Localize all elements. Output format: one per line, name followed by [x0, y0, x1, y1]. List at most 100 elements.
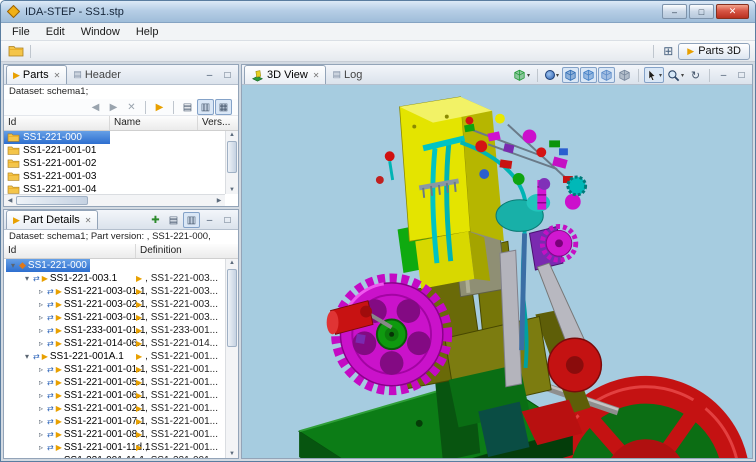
tab-log[interactable]: ▤ Log	[326, 65, 368, 84]
tree-filter-icon[interactable]: ▥	[183, 212, 200, 228]
vertical-scrollbar[interactable]: ▲ ▼	[225, 131, 238, 194]
horizontal-scrollbar-thumb[interactable]	[16, 196, 88, 205]
minimize-button[interactable]: –	[662, 4, 687, 19]
instance-icon: ⇄	[47, 391, 54, 400]
column-version[interactable]: Vers...	[198, 116, 238, 130]
expand-arrow-icon[interactable]: ▹	[37, 391, 45, 400]
expand-arrow-icon[interactable]: ▹	[37, 404, 45, 413]
show-instances-icon[interactable]: ▶	[151, 99, 168, 115]
navigate-back-icon[interactable]: ◀	[87, 99, 104, 115]
menu-edit[interactable]: Edit	[38, 25, 73, 39]
zoom-icon[interactable]: ▾	[665, 67, 686, 83]
expand-arrow-icon[interactable]: ▹	[37, 443, 45, 452]
part-version-icon: ▶	[55, 443, 62, 452]
tree-row[interactable]: ▹ ⇄ ▶ SS1-221-001-01.1 ▶, SS1-221-001...	[4, 363, 238, 376]
expand-arrow-icon[interactable]: ▹	[37, 339, 45, 348]
color-mode-icon[interactable]: ▾	[543, 67, 561, 83]
tree-row[interactable]: ▹ ⇄ ▶ SS1-221-003-01.1 ▶, SS1-221-003...	[4, 285, 238, 298]
navigate-forward-icon[interactable]: ▶	[105, 99, 122, 115]
tree-row[interactable]: ▹ ⇄ ▶ SS1-221-001-11.1 ▶, SS1-221-001...	[4, 454, 238, 458]
definition-text: , SS1-221-001...	[145, 390, 218, 401]
tab-parts[interactable]: ▶ Parts ✕	[6, 65, 68, 84]
parts-row[interactable]: SS1-221-001-01	[4, 144, 238, 157]
layout-icon[interactable]: ▤	[165, 212, 182, 228]
tree-row[interactable]: ▹ ⇄ ▶ SS1-221-001-02.1 ▶, SS1-221-001...	[4, 402, 238, 415]
menu-window[interactable]: Window	[73, 25, 128, 39]
maximize-view-icon[interactable]: □	[219, 212, 236, 228]
close-tab-icon[interactable]: ✕	[313, 71, 320, 80]
definition-icon: ▶	[136, 404, 143, 413]
tree-row[interactable]: ▾ ◆ SS1-221-000	[4, 259, 238, 272]
display-wireframe-icon[interactable]	[597, 67, 615, 83]
tab-3d-view[interactable]: 3D View ✕	[244, 65, 327, 84]
close-tab-icon[interactable]: ✕	[85, 216, 92, 225]
column-name[interactable]: Name	[110, 116, 198, 130]
view-mode-filter-icon[interactable]: ▦	[215, 99, 232, 115]
tree-row[interactable]: ▹ ⇄ ▶ SS1-221-003-01.1 ▶, SS1-221-003...	[4, 311, 238, 324]
expand-arrow-icon[interactable]: ▹	[37, 365, 45, 374]
tree-row[interactable]: ▹ ⇄ ▶ SS1-221-001-11d.1 ▶, SS1-221-001..…	[4, 441, 238, 454]
vertical-scrollbar[interactable]: ▲ ▼	[225, 259, 238, 458]
display-shaded-icon[interactable]	[579, 67, 597, 83]
expand-arrow-icon[interactable]: ▹	[37, 300, 45, 309]
part-details-view: ▶ Part Details ✕ ✚ ▤ ▥ – □ Dataset: sche…	[3, 209, 239, 459]
tab-header[interactable]: ▤ Header	[67, 65, 127, 84]
horizontal-scrollbar[interactable]: ◀ ▶	[4, 194, 225, 206]
display-hidden-line-icon[interactable]	[616, 67, 633, 83]
column-definition[interactable]: Definition	[136, 244, 238, 258]
parts-row[interactable]: SS1-221-001-03	[4, 170, 238, 183]
vertical-scrollbar-thumb[interactable]	[227, 269, 237, 347]
tree-row[interactable]: ▾ ⇄ ▶ SS1-221-003.1 ▶, SS1-221-003...	[4, 272, 238, 285]
tree-row[interactable]: ▾ ⇄ ▶ SS1-221-001A.1 ▶, SS1-221-001...	[4, 350, 238, 363]
parts-row[interactable]: SS1-221-001-02	[4, 157, 238, 170]
tree-row[interactable]: ▹ ⇄ ▶ SS1-221-001-08.1 ▶, SS1-221-001...	[4, 428, 238, 441]
tab-part-details[interactable]: ▶ Part Details ✕	[6, 210, 99, 229]
scene-settings-icon[interactable]: ▾	[511, 67, 532, 83]
select-cursor-icon[interactable]: ▾	[643, 67, 664, 83]
expand-arrow-icon[interactable]: ▾	[9, 261, 17, 270]
view-mode-tree-icon[interactable]: ▥	[197, 99, 214, 115]
expand-arrow-icon[interactable]: ▹	[37, 313, 45, 322]
parts-row[interactable]: SS1-221-000	[4, 131, 238, 144]
column-id[interactable]: Id	[4, 244, 136, 258]
minimize-view-icon[interactable]: –	[715, 67, 732, 83]
expand-arrow-icon[interactable]: ▹	[37, 417, 45, 426]
maximize-button[interactable]: □	[689, 4, 714, 19]
close-tab-icon[interactable]: ✕	[54, 71, 61, 80]
clear-icon[interactable]: ✕	[123, 99, 140, 115]
rotate-view-icon[interactable]: ↻	[687, 67, 704, 83]
open-perspective-icon[interactable]: ⊞	[658, 43, 678, 60]
menu-file[interactable]: File	[4, 25, 38, 39]
column-id[interactable]: Id	[4, 116, 110, 130]
tree-row[interactable]: ▹ ⇄ ▶ SS1-221-001-06.1 ▶, SS1-221-001...	[4, 389, 238, 402]
tree-row[interactable]: ▹ ⇄ ▶ SS1-221-014-06.1 ▶, SS1-221-014...	[4, 337, 238, 350]
open-file-icon[interactable]	[6, 43, 26, 60]
tree-row[interactable]: ▹ ⇄ ▶ SS1-221-001-05.1 ▶, SS1-221-001...	[4, 376, 238, 389]
definition-icon: ▶	[136, 430, 143, 439]
menu-help[interactable]: Help	[128, 25, 167, 39]
display-solid-icon[interactable]	[561, 67, 579, 83]
view-mode-list-icon[interactable]: ▤	[179, 99, 196, 115]
expand-arrow-icon[interactable]: ▾	[23, 274, 31, 283]
add-part-icon[interactable]: ✚	[147, 212, 164, 228]
expand-arrow-icon[interactable]: ▹	[37, 287, 45, 296]
maximize-view-icon[interactable]: □	[733, 67, 750, 83]
expand-arrow-icon[interactable]: ▹	[37, 326, 45, 335]
expand-arrow-icon[interactable]: ▹	[37, 430, 45, 439]
tree-row[interactable]: ▹ ⇄ ▶ SS1-233-001-01.1 ▶, SS1-233-001...	[4, 324, 238, 337]
expand-arrow-icon[interactable]: ▹	[37, 378, 45, 387]
tree-row[interactable]: ▹ ⇄ ▶ SS1-221-001-07.1 ▶, SS1-221-001...	[4, 415, 238, 428]
minimize-view-icon[interactable]: –	[201, 67, 218, 83]
minimize-view-icon[interactable]: –	[201, 212, 218, 228]
toolbar-separator	[653, 44, 655, 58]
expand-arrow-icon[interactable]: ▾	[23, 352, 31, 361]
perspective-parts3d-button[interactable]: ▶ Parts 3D	[678, 42, 750, 60]
tree-row[interactable]: ▹ ⇄ ▶ SS1-221-003-02.1 ▶, SS1-221-003...	[4, 298, 238, 311]
titlebar[interactable]: IDA-STEP - SS1.stp – □ ✕	[1, 1, 755, 23]
maximize-view-icon[interactable]: □	[219, 67, 236, 83]
expand-arrow-icon[interactable]: ▹	[37, 456, 45, 458]
viewport-3d[interactable]	[242, 85, 752, 458]
vertical-scrollbar-thumb[interactable]	[227, 141, 237, 173]
close-button[interactable]: ✕	[716, 4, 749, 19]
definition-icon: ▶	[136, 417, 143, 426]
